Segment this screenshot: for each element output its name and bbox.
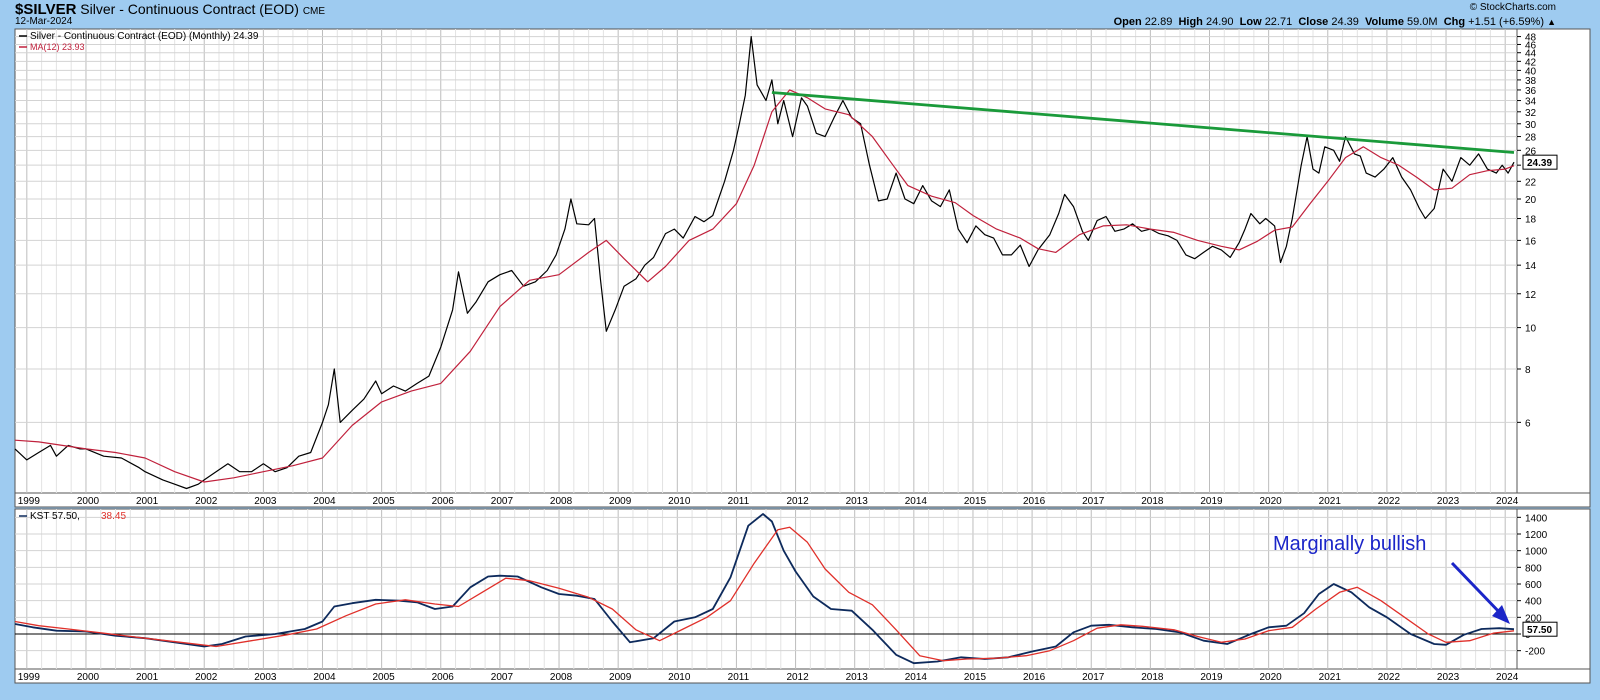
price-x-tick-label: 2010 (668, 496, 691, 507)
price-x-tick-label: 2017 (1082, 496, 1105, 507)
kst-x-tick-label: 2002 (195, 672, 218, 683)
kst-y-tick-label: 1200 (1525, 530, 1548, 541)
kst-x-tick-label: 2008 (550, 672, 573, 683)
price-y-tick-label: 12 (1525, 290, 1537, 301)
price-y-tick-label: 16 (1525, 236, 1537, 247)
kst-x-tick-label: 2022 (1378, 672, 1401, 683)
price-x-tick-label: 2024 (1496, 496, 1519, 507)
kst-x-tick-label: 2017 (1082, 672, 1105, 683)
price-x-tick-label: 2003 (254, 496, 277, 507)
price-x-tick-label: 2019 (1200, 496, 1223, 507)
price-x-tick-label: 2011 (728, 496, 750, 507)
price-x-tick-label: 2014 (905, 496, 928, 507)
kst-last-value-label: 57.50 (1527, 625, 1552, 636)
kst-x-tick-label: 2014 (905, 672, 928, 683)
kst-x-tick-label: 2015 (964, 672, 987, 683)
price-y-tick-label: 36 (1525, 86, 1537, 97)
kst-x-tick-label: 2003 (254, 672, 277, 683)
kst-y-tick-label: 800 (1525, 563, 1542, 574)
price-last-value-label: 24.39 (1527, 158, 1552, 169)
kst-x-tick-label: 2009 (609, 672, 632, 683)
kst-x-tick-label: 2016 (1023, 672, 1046, 683)
kst-panel: 1999 2000 2001 2002 2003 2004 2005 2006 2007 2008… (14, 508, 1591, 684)
kst-x-tick-label: 1999 (18, 672, 41, 683)
price-y-tick-label: 8 (1525, 365, 1531, 376)
price-y-tick-label: 6 (1525, 418, 1531, 429)
price-y-tick-label: 48 (1525, 33, 1537, 44)
price-x-tick-label: 2000 (77, 496, 100, 507)
kst-y-tick-label: 600 (1525, 580, 1542, 591)
price-x-tick-label: 2009 (609, 496, 632, 507)
price-y-tick-label: 22 (1525, 177, 1537, 188)
kst-x-tick-label: 2004 (313, 672, 336, 683)
kst-y-tick-label: 1000 (1525, 547, 1548, 558)
price-x-tick-label: 2018 (1141, 496, 1164, 507)
price-y-tick-label: 38 (1525, 76, 1537, 87)
chart-canvas: 1999 2000 2001 2002 2003 2004 2005 2006 2007 2008… (14, 28, 1591, 684)
kst-x-tick-label: 2023 (1437, 672, 1460, 683)
price-x-tick-label: 2016 (1023, 496, 1046, 507)
price-y-tick-label: 14 (1525, 261, 1537, 272)
price-x-tick-label: 2022 (1378, 496, 1401, 507)
price-x-tick-label: 2006 (432, 496, 455, 507)
price-x-tick-label: 2008 (550, 496, 573, 507)
price-y-tick-label: 28 (1525, 133, 1537, 144)
annotation-text: Marginally bullish (1273, 533, 1426, 555)
price-x-tick-label: 2004 (313, 496, 336, 507)
kst-x-tick-label: 2018 (1141, 672, 1164, 683)
price-x-tick-label: 2012 (786, 496, 809, 507)
price-x-tick-label: 2020 (1260, 496, 1283, 507)
kst-x-tick-label: 2019 (1200, 672, 1223, 683)
kst-x-tick-label: 2001 (136, 672, 159, 683)
price-y-tick-label: 18 (1525, 215, 1537, 226)
kst-x-tick-label: 2012 (786, 672, 809, 683)
price-x-tick-label: 2007 (491, 496, 514, 507)
price-x-tick-label: 2005 (373, 496, 396, 507)
kst-y-tick-label: 1400 (1525, 513, 1548, 524)
kst-y-tick-label: 400 (1525, 597, 1542, 608)
price-x-tick-label: 2001 (136, 496, 159, 507)
price-x-tick-label: 1999 (18, 496, 41, 507)
kst-x-tick-label: 2021 (1319, 672, 1342, 683)
kst-y-tick-label: -200 (1525, 647, 1545, 658)
legend-kst-label: KST 57.50, (30, 511, 80, 522)
price-x-tick-label: 2021 (1319, 496, 1342, 507)
price-y-tick-label: 10 (1525, 324, 1537, 335)
legend-price-label: Silver - Continuous Contract (EOD) (Mont… (30, 31, 259, 42)
price-panel: 1999 2000 2001 2002 2003 2004 2005 2006 2007 2008… (14, 28, 1591, 508)
kst-x-tick-label: 2007 (491, 672, 514, 683)
price-y-tick-label: 34 (1525, 97, 1537, 108)
price-y-tick-label: 32 (1525, 108, 1537, 119)
price-x-tick-label: 2013 (846, 496, 869, 507)
price-y-tick-label: 20 (1525, 195, 1537, 206)
kst-x-tick-label: 2006 (432, 672, 455, 683)
kst-x-tick-label: 2020 (1260, 672, 1283, 683)
price-x-tick-label: 2015 (964, 496, 987, 507)
kst-x-tick-label: 2024 (1496, 672, 1519, 683)
kst-x-tick-label: 2013 (846, 672, 869, 683)
kst-x-tick-label: 2010 (668, 672, 691, 683)
price-y-tick-label: 30 (1525, 120, 1537, 131)
kst-x-tick-label: 2000 (77, 672, 100, 683)
legend-ma-label: MA(12) 23.93 (30, 42, 85, 52)
price-x-tick-label: 2002 (195, 496, 218, 507)
kst-x-tick-label: 2005 (373, 672, 396, 683)
legend-signal-label: 38.45 (101, 511, 126, 522)
kst-x-tick-label: 2011 (728, 672, 750, 683)
price-x-tick-label: 2023 (1437, 496, 1460, 507)
